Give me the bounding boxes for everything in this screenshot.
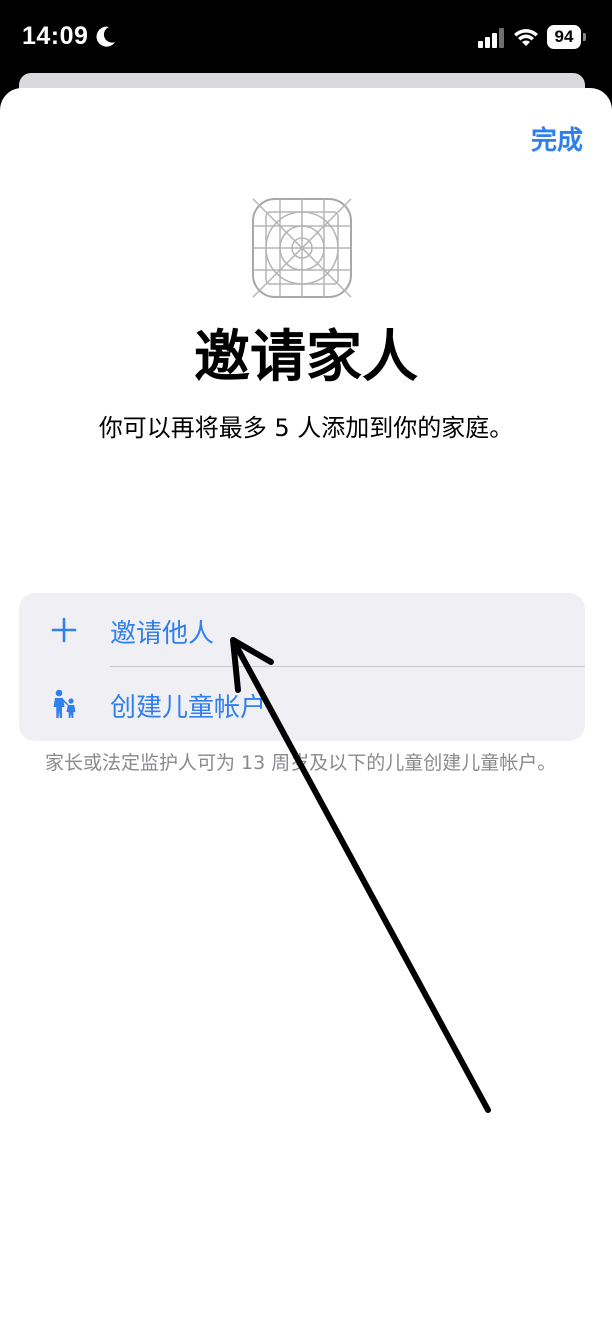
create-child-account-label: 创建儿童帐户 xyxy=(110,693,267,723)
parent-child-icon xyxy=(53,689,76,718)
invite-others-label: 邀请他人 xyxy=(110,619,215,649)
wifi-icon xyxy=(514,29,538,46)
page-title: 邀请家人 xyxy=(194,325,418,390)
options-card: 邀请他人 创建儿童帐户 xyxy=(19,593,585,741)
plus-icon xyxy=(51,617,77,643)
battery-level: 94 xyxy=(547,25,581,49)
placeholder-app-icon xyxy=(252,198,352,298)
moon-icon xyxy=(96,26,115,47)
battery-icon: 94 xyxy=(547,25,587,49)
battery-cap xyxy=(583,33,586,41)
page-subtitle: 你可以再将最多 5 人添加到你的家庭。 xyxy=(98,414,514,442)
status-time: 14:09 xyxy=(22,22,89,50)
create-child-account-button[interactable]: 创建儿童帐户 xyxy=(19,667,585,741)
signal-icon xyxy=(478,28,504,48)
status-bar: 14:09 94 xyxy=(0,0,612,75)
footnote: 家长或法定监护人可为 13 周岁及以下的儿童创建儿童帐户。 xyxy=(45,752,557,774)
done-button[interactable]: 完成 xyxy=(531,120,583,157)
invite-others-button[interactable]: 邀请他人 xyxy=(19,593,585,667)
invite-family-sheet: 完成 邀请家人 你可以再将最多 5 人添加到你的家庭。 邀请他人 创建儿童帐户 … xyxy=(0,88,612,1328)
